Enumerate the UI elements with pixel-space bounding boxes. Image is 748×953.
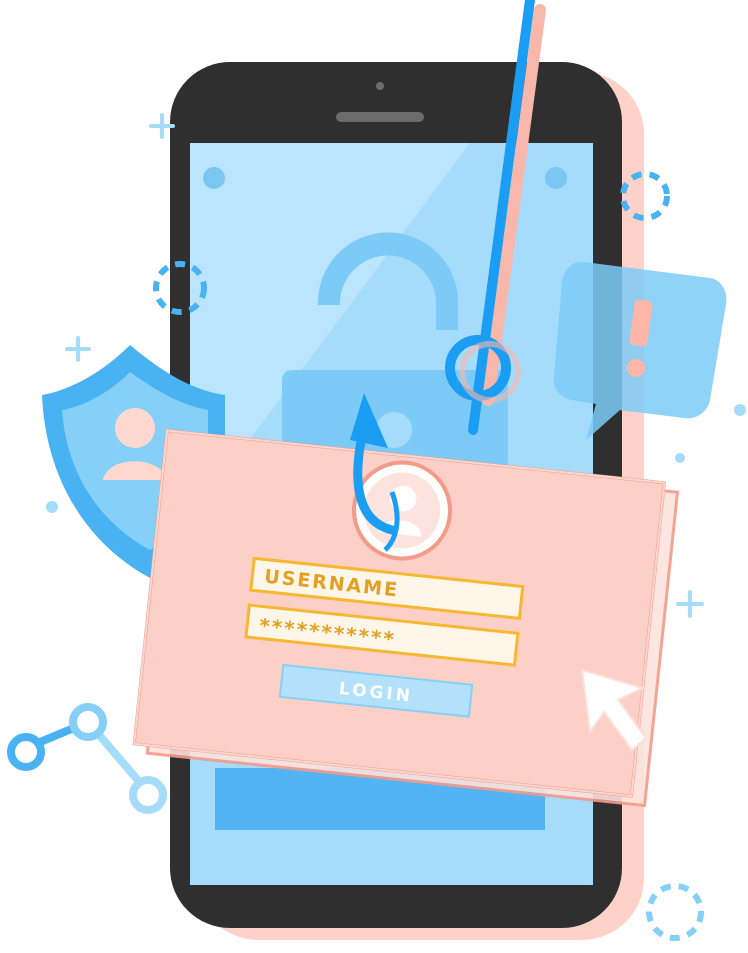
screen-dot xyxy=(203,167,225,189)
phishing-illustration: USERNAME *********** LOGIN xyxy=(7,0,746,941)
screen-dot xyxy=(545,167,567,189)
phone-camera xyxy=(376,82,384,90)
phishing-login-card: USERNAME *********** LOGIN xyxy=(132,428,680,808)
phone-speaker xyxy=(336,112,424,122)
